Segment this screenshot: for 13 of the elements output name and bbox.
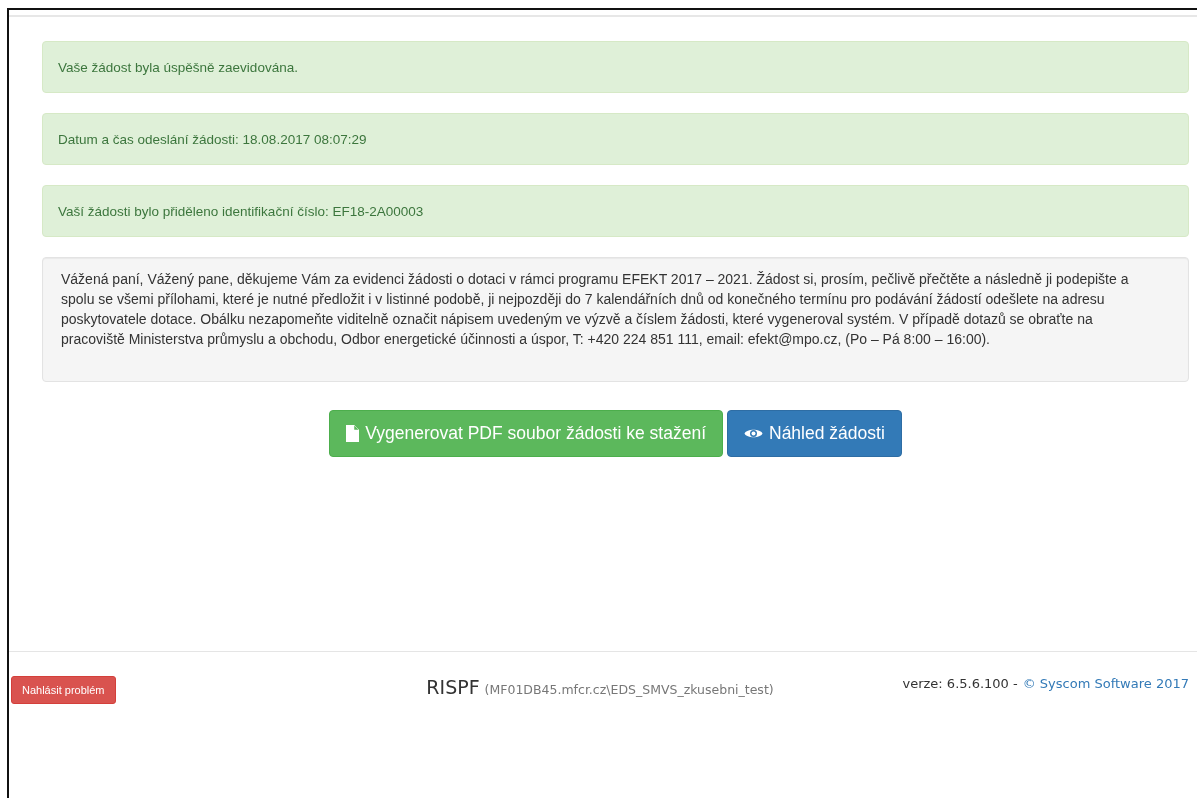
file-icon	[346, 425, 360, 442]
generate-pdf-button[interactable]: Vygenerovat PDF soubor žádosti ke stažení	[329, 410, 723, 457]
app-name: RISPF	[426, 676, 480, 698]
preview-button[interactable]: Náhled žádosti	[727, 410, 902, 457]
notice-text: Vážená paní, Vážený pane, děkujeme Vám za evidenci žádosti o dotaci v rámci programu EFEKT 2017 – 2021. Žádost si, prosím, pečlivě přečtěte a následně ji podepište a spolu se všemi přílohami, které je nutné předložit i v listinné podobě, ji nejpozději do 7 kalendářních dnů od konečného termínu pro podávání žádostí odešlete na adresu poskytovatele dotace. Obálku nezapomeňte viditelně označit nápisem uvedeným ve výzvě a číslem žádosti, které vygeneroval systém. V případě dotazů se obraťte na pracoviště Ministerstva průmyslu a obchodu, Odbor energetické účinnosti a úspor, T: +420 224 851 111, email: efekt@mpo.cz, (Po – Pá 8:00 – 16:00).	[42, 257, 1189, 382]
eye-icon	[744, 427, 763, 440]
success-alert: Vaše žádost byla úspěšně zaevidována.	[42, 41, 1189, 93]
server-info: (MF01DB45.mfcr.cz\EDS_SMVS_zkusebni_test)	[484, 682, 774, 697]
copyright-link[interactable]: © Syscom Software 2017	[1022, 676, 1189, 691]
report-problem-button[interactable]: Nahlásit problém	[11, 676, 116, 704]
success-alert: Vaší žádosti bylo přiděleno identifikační číslo: EF18-2A00003	[42, 185, 1189, 237]
success-alert: Datum a čas odeslání žádosti: 18.08.2017 08:07:29	[42, 113, 1189, 165]
version-text: verze: 6.5.6.100 -	[902, 676, 1018, 691]
